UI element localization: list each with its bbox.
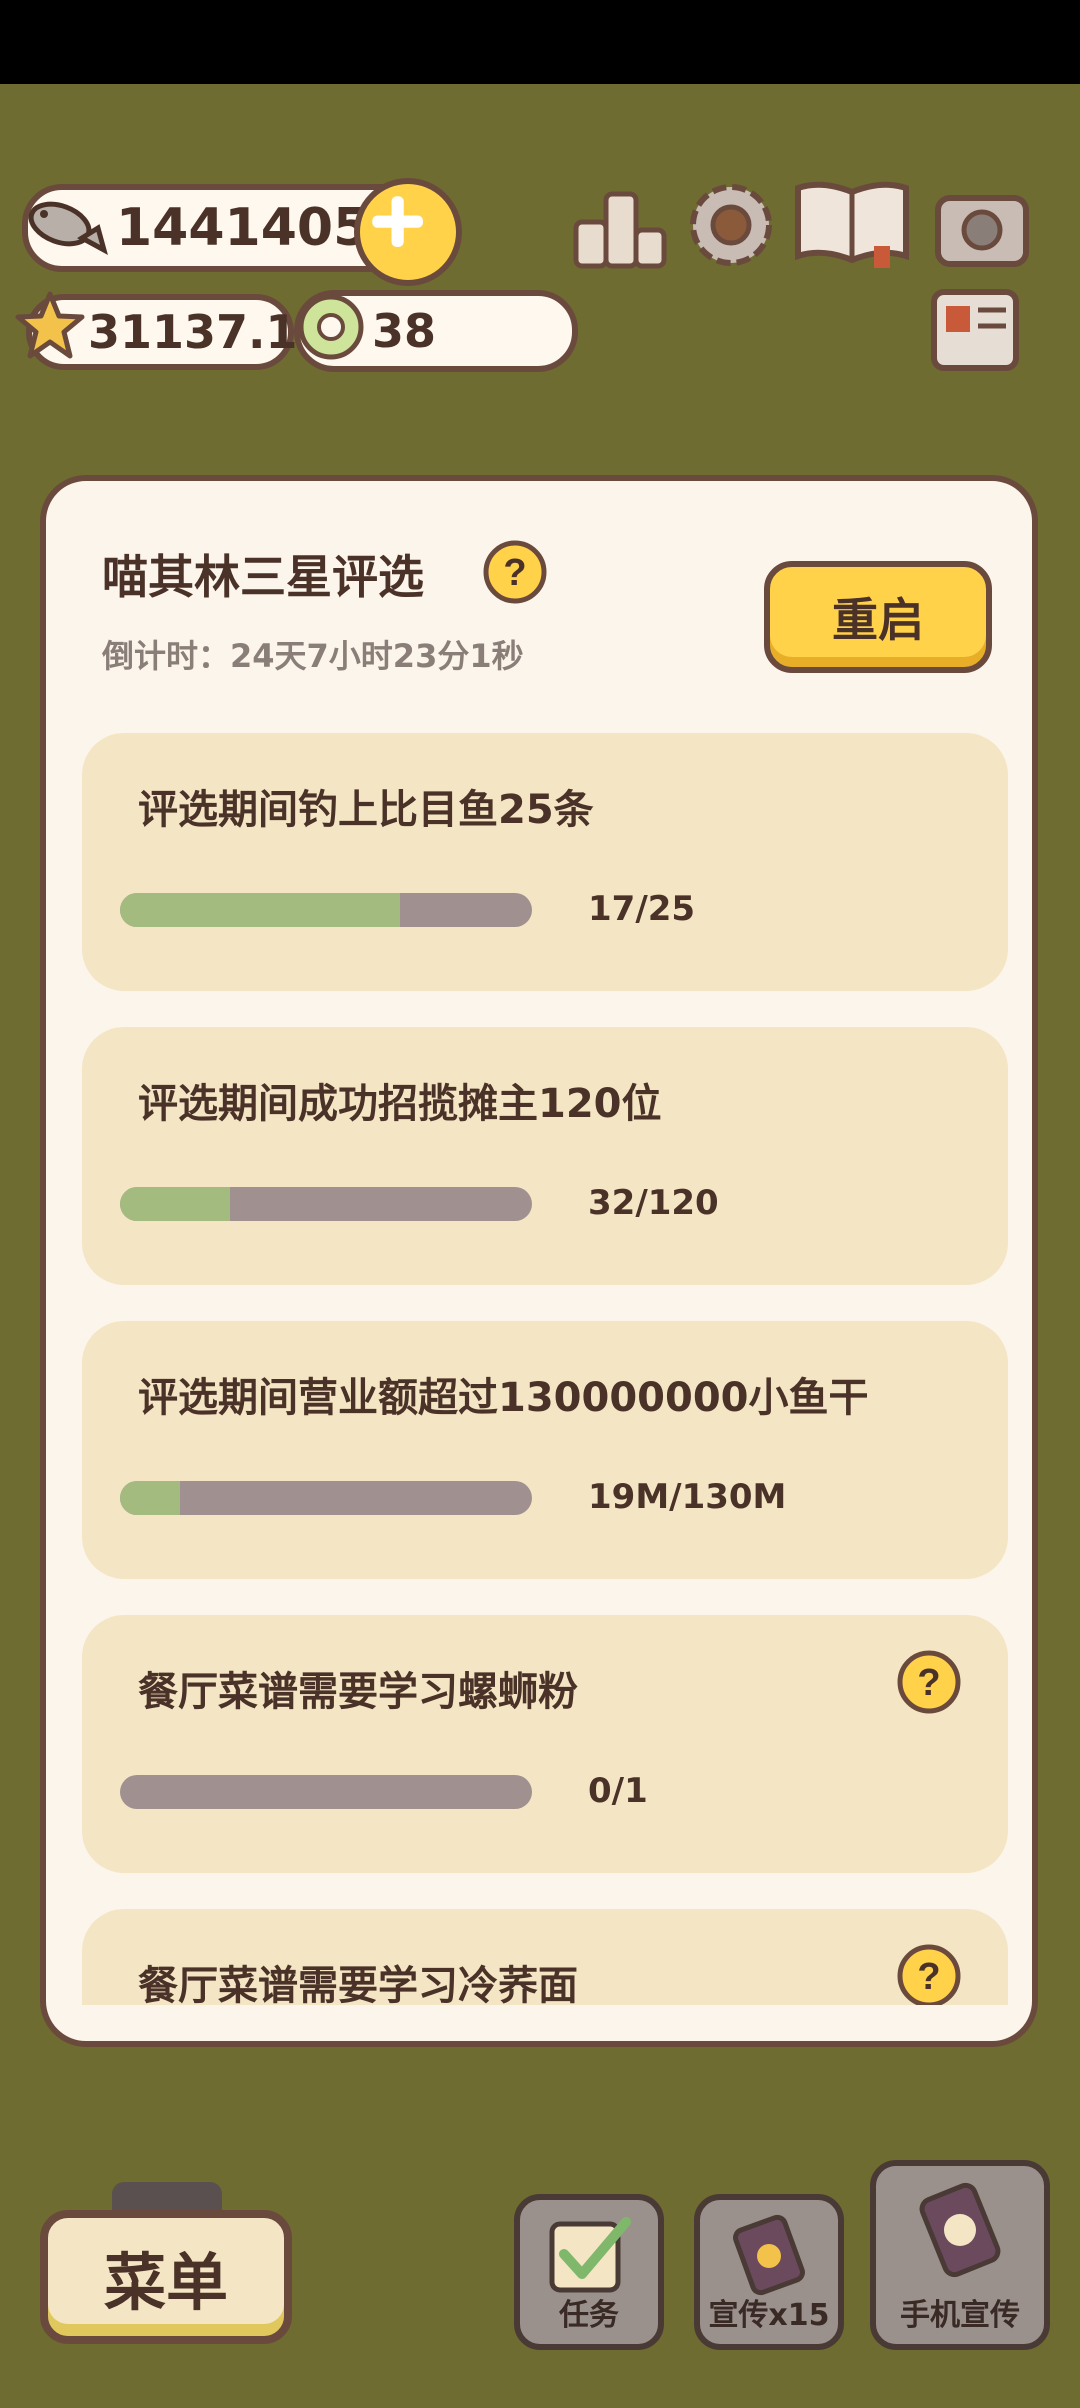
promotion-button[interactable]: 宣传x15 xyxy=(694,2194,844,2350)
ring-value: 38 xyxy=(372,304,437,358)
task-card: 餐厅菜谱需要学习冷荞面 ? xyxy=(82,1909,1008,2005)
help-question-icon[interactable]: ? xyxy=(482,539,548,605)
task-button-label: 任务 xyxy=(559,2298,619,2333)
phone-icon xyxy=(919,2182,1001,2278)
countdown-text: 倒计时：24天7小时23分1秒 xyxy=(102,637,524,675)
menu-button[interactable]: 菜单 xyxy=(40,2210,292,2344)
progress-fill xyxy=(120,1481,181,1515)
progress-bar xyxy=(120,1187,532,1221)
help-question-icon[interactable]: ? xyxy=(896,1649,962,1715)
task-label: 餐厅菜谱需要学习螺蛳粉 xyxy=(138,1669,578,1715)
task-card: 评选期间钓上比目鱼25条 17/25 xyxy=(82,733,1008,991)
progress-text: 0/1 xyxy=(588,1771,648,1811)
progress-fill xyxy=(120,1187,230,1221)
progress-fill xyxy=(120,893,401,927)
donut-ring-icon xyxy=(298,294,364,360)
progress-bar xyxy=(120,1481,532,1515)
task-button[interactable]: 任务 xyxy=(514,2194,664,2350)
progress-text: 17/25 xyxy=(588,889,696,929)
fish-icon xyxy=(28,201,108,256)
promotion-button-label: 宣传x15 xyxy=(708,2298,830,2333)
progress-text: 19M/130M xyxy=(588,1477,787,1517)
task-label: 评选期间钓上比目鱼25条 xyxy=(138,787,594,833)
newspaper-icon[interactable] xyxy=(928,286,1022,374)
michelin-review-dialog: 喵其林三星评选 ? 倒计时：24天7小时23分1秒 重启 评选期间钓上比目鱼25… xyxy=(40,475,1038,2047)
svg-text:?: ? xyxy=(503,552,526,594)
plus-icon xyxy=(372,196,423,247)
flyer-icon xyxy=(733,2214,805,2296)
svg-text:?: ? xyxy=(917,1956,940,1998)
phone-promotion-button[interactable]: 手机宣传 xyxy=(870,2160,1050,2350)
add-coins-button[interactable] xyxy=(354,178,462,286)
task-label: 评选期间成功招揽摊主120位 xyxy=(138,1081,662,1127)
progress-bar xyxy=(120,893,532,927)
task-label: 评选期间营业额超过130000000小鱼干 xyxy=(138,1375,869,1421)
star-value: 31137.1 xyxy=(88,305,298,359)
task-card: 评选期间成功招揽摊主120位 32/120 xyxy=(82,1027,1008,1285)
settings-gear-icon[interactable] xyxy=(684,178,778,272)
status-bar xyxy=(0,0,1080,84)
camera-icon[interactable] xyxy=(934,184,1030,268)
recipe-book-icon[interactable] xyxy=(792,176,912,270)
task-label: 餐厅菜谱需要学习冷荞面 xyxy=(138,1963,578,2005)
task-card: 评选期间营业额超过130000000小鱼干 19M/130M xyxy=(82,1321,1008,1579)
checklist-icon xyxy=(549,2217,631,2293)
help-question-icon[interactable]: ? xyxy=(896,1943,962,2005)
phone-promotion-label: 手机宣传 xyxy=(900,2298,1020,2333)
task-list[interactable]: 评选期间钓上比目鱼25条 17/25 评选期间成功招揽摊主120位 32/120… xyxy=(82,733,1008,2005)
progress-bar xyxy=(120,1775,532,1809)
progress-text: 32/120 xyxy=(588,1183,719,1223)
svg-text:?: ? xyxy=(917,1662,940,1704)
ranking-icon[interactable] xyxy=(572,182,668,270)
star-icon xyxy=(15,291,85,359)
task-card: 餐厅菜谱需要学习螺蛳粉 ? 0/1 xyxy=(82,1615,1008,1873)
dialog-title: 喵其林三星评选 xyxy=(102,550,424,604)
restart-button[interactable]: 重启 xyxy=(764,561,992,673)
